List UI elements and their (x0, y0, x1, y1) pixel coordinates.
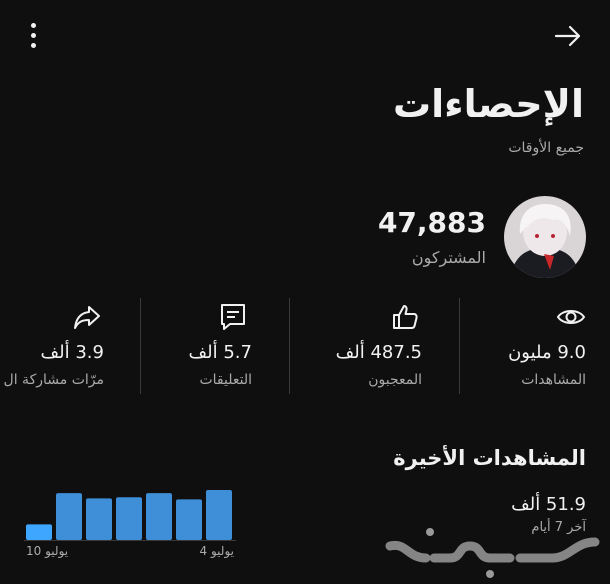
divider (459, 298, 460, 394)
stat-likes-value: 487.5 ألف (335, 342, 422, 363)
page-title: الإحصاءات (392, 82, 584, 126)
haraj-watermark-logo (385, 528, 600, 578)
more-options-button[interactable] (22, 20, 44, 50)
share-icon (74, 306, 100, 329)
stat-shares[interactable]: 3.9 ألف مرّات مشاركة ال (0, 296, 138, 396)
chart-bar (56, 493, 82, 540)
chart-tick-label: 4 يوليو (200, 544, 234, 559)
stat-likes[interactable]: 487.5 ألف المعجبون (292, 296, 458, 396)
stat-shares-label: مرّات مشاركة ال (3, 372, 104, 388)
recent-views-title: المشاهدات الأخيرة (393, 446, 586, 470)
chart-bar (146, 493, 172, 540)
stat-views[interactable]: 9.0 مليون المشاهدات (462, 296, 610, 396)
stat-comments[interactable]: 5.7 ألف التعليقات (142, 296, 288, 396)
thumbs-up-icon (393, 305, 418, 329)
chart-canvas: 10 يوليو 4 يوليو (24, 490, 236, 559)
stat-views-value: 9.0 مليون (508, 342, 586, 363)
stat-likes-label: المعجبون (368, 372, 422, 388)
chart-tick-label: 10 يوليو (26, 544, 68, 559)
chart-bar (86, 498, 112, 540)
recent-views-value: 51.9 ألف (511, 494, 586, 515)
chart-bar (116, 497, 142, 540)
avatar[interactable] (504, 196, 586, 278)
stat-comments-label: التعليقات (199, 372, 252, 388)
chart-bar (176, 499, 202, 540)
subscriber-label: المشتركون (411, 248, 486, 267)
chart-bar (26, 524, 52, 540)
arrow-right-icon[interactable] (552, 20, 584, 52)
stat-views-label: المشاهدات (521, 372, 586, 388)
recent-views-chart[interactable]: 10 يوليو 4 يوليو (22, 484, 238, 564)
avatar-image (504, 196, 586, 278)
chart-bar (206, 490, 232, 540)
stat-shares-value: 3.9 ألف (40, 342, 104, 363)
divider (140, 298, 141, 394)
period-selector[interactable]: جميع الأوقات (508, 140, 584, 156)
subscriber-count: 47,883 (377, 206, 486, 239)
eye-icon (556, 310, 586, 324)
stat-comments-value: 5.7 ألف (188, 342, 252, 363)
more-vertical-icon (30, 22, 36, 28)
divider (289, 298, 290, 394)
comment-icon (221, 304, 245, 330)
